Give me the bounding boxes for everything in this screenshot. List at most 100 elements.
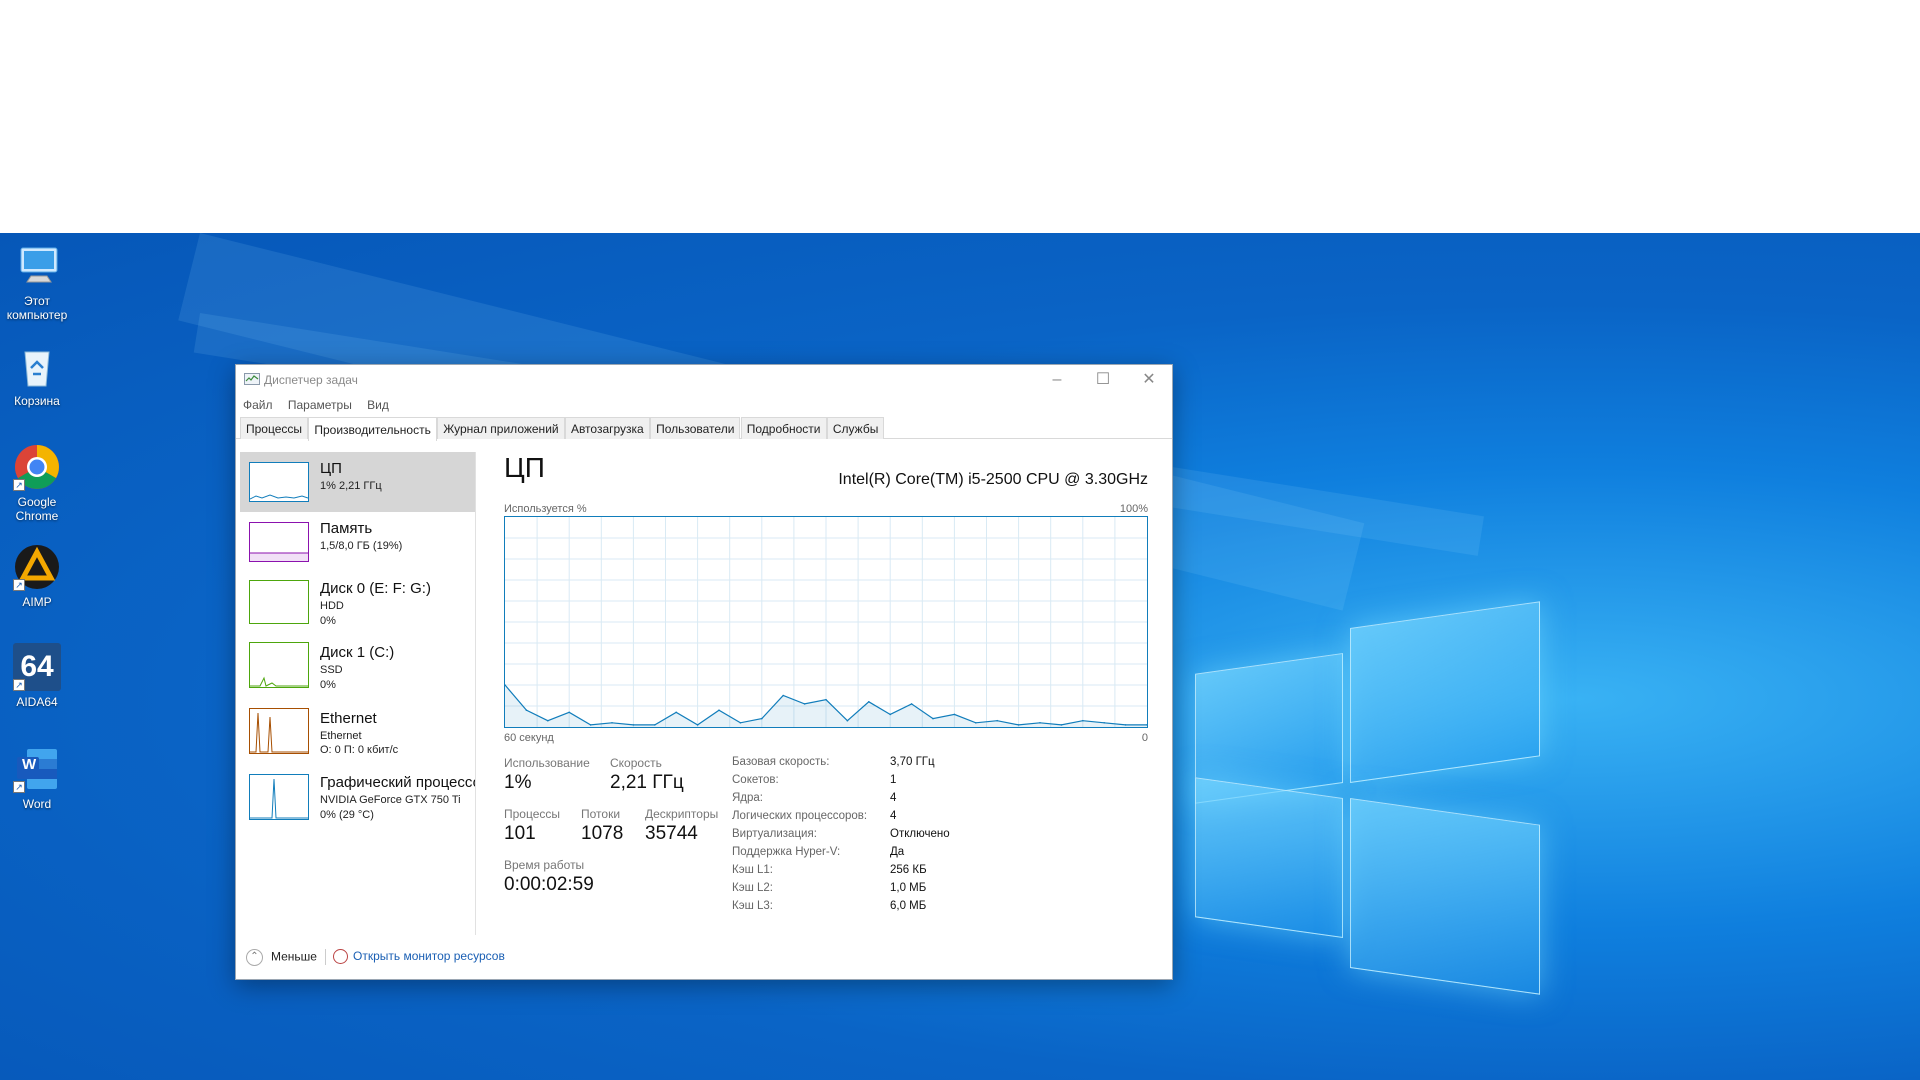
window-title: Диспетчер задач — [264, 373, 358, 387]
fewer-details-button[interactable]: ⌃ Меньше — [246, 949, 317, 966]
chrome-icon: ↗ — [13, 443, 61, 491]
desktop-icon-recycle-bin[interactable]: Корзина — [2, 342, 72, 408]
memory-thumbnail-graph — [249, 522, 309, 562]
this-pc-icon — [13, 242, 61, 290]
tab-processes[interactable]: Процессы — [240, 417, 309, 439]
tab-startup[interactable]: Автозагрузка — [564, 417, 650, 439]
resource-item-disk-0[interactable]: Диск 0 (E: F: G:) HDD 0% — [240, 572, 475, 632]
cpu-usage-point — [975, 722, 977, 724]
spec-value: Да — [890, 846, 905, 858]
resource-item-disk-1[interactable]: Диск 1 (C:) SSD 0% — [240, 632, 475, 698]
processes-value: 101 — [504, 823, 536, 844]
spec-label: Кэш L2: — [732, 882, 773, 894]
cpu-usage-point — [782, 694, 784, 697]
spec-label: Поддержка Hyper-V: — [732, 846, 841, 858]
cpu-usage-point — [632, 724, 635, 726]
cpu-model-name: Intel(R) Core(TM) i5-2500 CPU @ 3.30GHz — [838, 471, 1148, 488]
cpu-usage-point — [932, 717, 934, 720]
footer-divider — [325, 949, 326, 965]
spec-value: 6,0 МБ — [890, 900, 927, 912]
menu-file[interactable]: Файл — [243, 395, 273, 415]
cpu-usage-point — [696, 724, 699, 726]
top-blank-area — [0, 0, 1920, 233]
task-manager-window[interactable]: Диспетчер задач – ☐ ✕ Файл Параметры Вид… — [235, 364, 1173, 980]
resource-monitor-icon — [333, 949, 348, 965]
resource-item-ethernet[interactable]: Ethernet Ethernet О: 0 П: 0 кбит/с — [240, 698, 475, 764]
shortcut-arrow-icon: ↗ — [13, 579, 25, 591]
cpu-usage-point — [1103, 722, 1105, 724]
shortcut-arrow-icon: ↗ — [13, 679, 25, 691]
cpu-usage-point — [868, 701, 870, 703]
uptime-value: 0:00:02:59 — [504, 874, 594, 895]
ethernet-thumbnail-graph — [249, 708, 309, 754]
cpu-detail-panel: ЦП Intel(R) Core(TM) i5-2500 CPU @ 3.30G… — [504, 452, 1148, 935]
maximize-button[interactable]: ☐ — [1080, 365, 1126, 395]
aimp-icon: ↗ — [13, 543, 61, 591]
spec-label: Кэш L1: — [732, 864, 773, 876]
desktop-icon-aida64[interactable]: 64 ↗ AIDA64 — [2, 643, 72, 709]
menu-options[interactable]: Параметры — [288, 395, 352, 415]
tab-details[interactable]: Подробности — [740, 417, 827, 439]
desktop-icon-chrome[interactable]: ↗ Google Chrome — [2, 443, 72, 523]
shortcut-arrow-icon: ↗ — [13, 479, 25, 491]
tab-performance[interactable]: Производительность — [308, 417, 437, 441]
minimize-button[interactable]: – — [1034, 365, 1080, 395]
spec-value: 4 — [890, 792, 897, 804]
performance-panel: ЦП 1% 2,21 ГГц Память 1,5/8,0 ГБ (19%) Д… — [236, 440, 1172, 935]
disk1-thumbnail-graph — [249, 642, 309, 688]
threads-label: Потоки — [581, 807, 621, 821]
cpu-usage-point — [525, 709, 528, 711]
gpu-thumbnail-graph — [249, 774, 309, 820]
cpu-usage-point — [889, 713, 891, 716]
open-resource-monitor-link[interactable]: Открыть монитор ресурсов — [333, 949, 505, 965]
desktop-icon-this-pc[interactable]: Этот компьютер — [2, 242, 72, 322]
recycle-bin-icon — [13, 342, 61, 390]
page-title: ЦП — [504, 452, 545, 483]
tab-app-history[interactable]: Журнал приложений — [437, 417, 565, 439]
cpu-usage-point — [1124, 724, 1127, 726]
graph-x-left: 60 секунд — [504, 732, 554, 744]
cpu-usage-point — [568, 711, 570, 714]
resource-item-gpu[interactable]: Графический процессор 0 NVIDIA GeForce G… — [240, 764, 475, 830]
graph-y-max: 100% — [1119, 503, 1148, 515]
resource-item-memory[interactable]: Память 1,5/8,0 ГБ (19%) — [240, 512, 475, 572]
graph-y-label: Используется % — [504, 503, 587, 515]
speed-value: 2,21 ГГц — [610, 772, 684, 793]
tab-services[interactable]: Службы — [826, 417, 885, 439]
cpu-usage-chart — [504, 517, 1148, 727]
spec-label: Кэш L3: — [732, 900, 773, 912]
menu-view[interactable]: Вид — [367, 395, 389, 415]
cpu-usage-point — [547, 719, 549, 722]
cpu-usage-point — [910, 703, 913, 705]
spec-value: 256 КБ — [890, 864, 927, 876]
cpu-usage-point — [996, 719, 998, 722]
footer: ⌃ Меньше Открыть монитор ресурсов — [236, 935, 1172, 979]
close-button[interactable]: ✕ — [1126, 365, 1172, 395]
handles-value: 35744 — [645, 823, 698, 844]
aida64-icon: 64 ↗ — [13, 643, 61, 691]
spec-label: Ядра: — [732, 792, 764, 804]
menu-bar: Файл Параметры Вид — [236, 395, 1172, 415]
spec-label: Виртуализация: — [732, 828, 817, 840]
cpu-usage-point — [611, 722, 613, 724]
usage-label: Использование — [504, 756, 590, 770]
resource-item-cpu[interactable]: ЦП 1% 2,21 ГГц — [240, 452, 475, 512]
handles-label: Дескрипторы — [645, 807, 719, 821]
tab-users[interactable]: Пользователи — [650, 417, 741, 439]
cpu-usage-point — [1039, 722, 1041, 724]
title-bar[interactable]: Диспетчер задач – ☐ ✕ — [236, 365, 1172, 395]
speed-label: Скорость — [610, 756, 662, 770]
spec-value: 3,70 ГГц — [890, 756, 935, 768]
desktop-icon-word[interactable]: W ↗ Word — [2, 745, 72, 811]
desktop-icon-aimp[interactable]: ↗ AIMP — [2, 543, 72, 609]
cpu-usage-graph — [504, 516, 1148, 728]
cpu-usage-point — [953, 713, 956, 716]
spec-label: Базовая скорость: — [732, 756, 830, 768]
threads-value: 1078 — [581, 823, 624, 844]
spec-value: 4 — [890, 810, 897, 822]
task-manager-icon — [244, 373, 260, 385]
disk0-thumbnail-graph — [249, 580, 309, 624]
word-icon: W ↗ — [13, 745, 61, 793]
shortcut-arrow-icon: ↗ — [13, 781, 25, 793]
tab-bar: Процессы Производительность Журнал прило… — [236, 415, 1172, 441]
